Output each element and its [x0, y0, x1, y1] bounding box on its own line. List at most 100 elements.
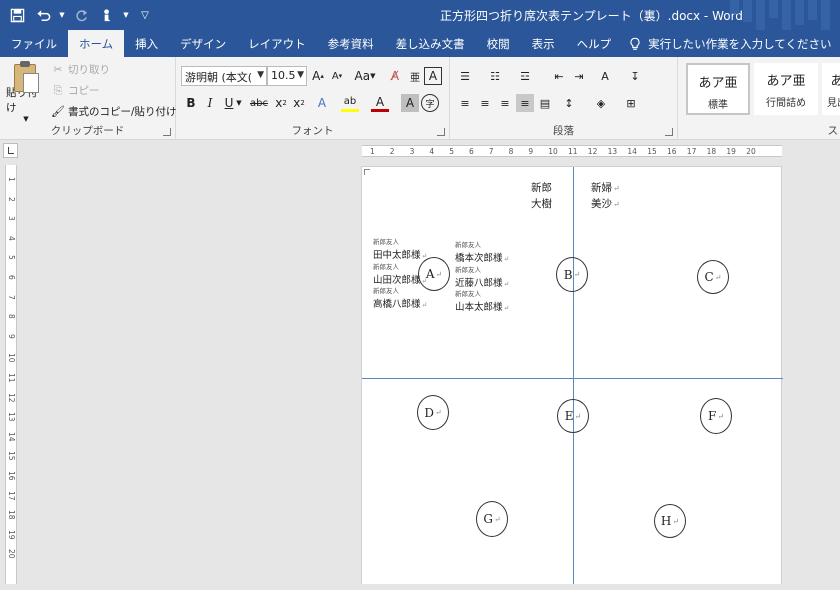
- quick-access-toolbar: ▼ ▼ ▽: [6, 4, 156, 26]
- guest-name[interactable]: 近藤八郎様↵: [455, 275, 509, 289]
- guest-name[interactable]: 山本太郎様↵: [455, 299, 509, 313]
- font-size-value: 10.5: [271, 69, 296, 82]
- bride-title[interactable]: 新婦↵: [591, 180, 620, 195]
- chevron-down-icon[interactable]: ▼: [234, 94, 244, 112]
- character-border-icon[interactable]: A: [424, 67, 442, 85]
- guest-name[interactable]: 田中太郎様↵: [373, 247, 427, 261]
- tab-references[interactable]: 参考資料: [317, 30, 385, 57]
- highlight-icon[interactable]: ab: [341, 94, 359, 112]
- grow-font-icon[interactable]: A ▴: [309, 67, 327, 85]
- subscript-icon[interactable]: x2: [272, 94, 290, 112]
- customize-icon[interactable]: ▽: [134, 4, 156, 26]
- tab-file[interactable]: ファイル: [0, 30, 68, 57]
- tab-selector[interactable]: [3, 143, 18, 158]
- touch-mode-icon[interactable]: [96, 4, 118, 26]
- redo-icon[interactable]: [70, 4, 92, 26]
- horizontal-ruler[interactable]: 1 2 3 4 5 6 7 8 9 10 11 12 13 14 15 16 17 18 19 20: [362, 145, 782, 157]
- ruler-tick-label: 7: [488, 147, 494, 156]
- format-painter-button[interactable]: 🖌 書式のコピー/貼り付け: [51, 104, 177, 119]
- font-color-icon[interactable]: A: [371, 94, 389, 112]
- dialog-launcher-icon[interactable]: [437, 128, 445, 136]
- style-normal[interactable]: あア亜 標準: [686, 63, 750, 115]
- style-sample: あア亜: [698, 76, 738, 91]
- bullets-icon[interactable]: ☰: [456, 67, 474, 85]
- vertical-ruler[interactable]: 1 2 3 4 5 6 7 8 9 10 11 12 13 14 15 16 17 18 19 20: [5, 165, 17, 585]
- undo-icon[interactable]: [32, 4, 54, 26]
- guest-name[interactable]: 橋本次郎様↵: [455, 250, 509, 264]
- ruler-tick-label: 6: [469, 147, 474, 156]
- table-circle-b[interactable]: B ↵: [556, 257, 588, 292]
- tab-help[interactable]: ヘルプ: [566, 30, 623, 57]
- line-spacing-icon[interactable]: ↕: [560, 94, 578, 112]
- tell-me-search[interactable]: 実行したい作業を入力してください: [628, 30, 831, 57]
- font-size-select[interactable]: 10.5 ▼: [267, 66, 307, 86]
- shrink-font-icon[interactable]: A ▾: [328, 67, 346, 85]
- change-case-label: Aa: [354, 69, 371, 83]
- italic-icon[interactable]: I: [201, 94, 219, 112]
- cut-button[interactable]: ✂ 切り取り: [52, 62, 110, 77]
- ruler-tick-label: 1: [7, 177, 16, 182]
- dialog-launcher-icon[interactable]: [665, 128, 673, 136]
- text-effects-icon[interactable]: A: [313, 94, 331, 112]
- style-sample: あア亜: [766, 74, 806, 89]
- clear-formatting-icon[interactable]: A̸: [386, 67, 404, 85]
- distributed-icon[interactable]: ▤: [536, 94, 554, 112]
- chevron-down-icon: ▼: [257, 70, 264, 80]
- numbering-icon[interactable]: ☷: [486, 67, 504, 85]
- tab-mailings[interactable]: 差し込み文書: [385, 30, 476, 57]
- borders-icon[interactable]: ⊞: [622, 94, 640, 112]
- document-page[interactable]: 新郎 大樹 新婦↵ 美沙↵ 新郎友人 田中太郎様↵ 新郎友人 山田次郎様↵ 新郎…: [361, 166, 783, 590]
- ruler-tick-label: 5: [449, 147, 454, 156]
- table-circle-e[interactable]: E ↵: [557, 399, 589, 433]
- bride-name[interactable]: 美沙↵: [591, 196, 620, 211]
- dialog-launcher-icon[interactable]: [163, 128, 171, 136]
- clipboard-group-label: クリップボード: [50, 125, 125, 137]
- font-name-select[interactable]: 游明朝 (本文( ▼: [181, 66, 267, 86]
- justify-icon[interactable]: ≡: [516, 94, 534, 112]
- tab-layout[interactable]: レイアウト: [237, 30, 317, 57]
- decrease-indent-icon[interactable]: ⇤: [550, 67, 568, 85]
- table-circle-g[interactable]: G ↵: [476, 501, 508, 537]
- enclose-characters-icon[interactable]: 字: [421, 94, 439, 112]
- phonetic-guide-icon[interactable]: 亜: [406, 67, 424, 85]
- chevron-down-icon[interactable]: ▼: [23, 115, 28, 123]
- paste-button[interactable]: 貼り付け ▼: [6, 61, 46, 123]
- tab-insert[interactable]: 挿入: [124, 30, 169, 57]
- align-left-icon[interactable]: ≡: [456, 94, 474, 112]
- tab-home[interactable]: ホーム: [68, 30, 125, 57]
- multilevel-list-icon[interactable]: ☲: [516, 67, 534, 85]
- shading-icon[interactable]: ◈: [592, 94, 610, 112]
- style-heading[interactable]: あ 見出: [822, 63, 840, 115]
- bold-icon[interactable]: B: [182, 94, 200, 112]
- tab-review[interactable]: 校閲: [476, 30, 521, 57]
- window-title: 正方形四つ折り席次表テンプレート（裏）.docx - Word: [440, 9, 743, 23]
- font-group-label: フォント: [291, 125, 334, 137]
- table-circle-h[interactable]: H ↵: [654, 504, 686, 538]
- tab-view[interactable]: 表示: [521, 30, 566, 57]
- align-center-icon[interactable]: ≡: [476, 94, 494, 112]
- strikethrough-icon[interactable]: abc: [248, 94, 270, 112]
- change-case-button[interactable]: Aa ▼: [352, 67, 378, 85]
- style-no-spacing[interactable]: あア亜 行間詰め: [754, 63, 818, 115]
- align-right-icon[interactable]: ≡: [496, 94, 514, 112]
- save-icon[interactable]: [6, 4, 28, 26]
- table-circle-c[interactable]: C ↵: [697, 260, 729, 294]
- tab-design[interactable]: デザイン: [169, 30, 237, 57]
- character-shading-icon[interactable]: A: [401, 94, 419, 112]
- copy-button[interactable]: ⎘ コピー: [52, 83, 100, 98]
- superscript-icon[interactable]: x2: [290, 94, 308, 112]
- chevron-down-icon[interactable]: ▼: [58, 4, 66, 26]
- font-name-value: 游明朝 (本文(: [185, 71, 253, 84]
- guest-name[interactable]: 高橋八郎様↵: [373, 296, 427, 310]
- table-circle-f[interactable]: F ↵: [700, 398, 732, 434]
- chevron-down-icon[interactable]: ▼: [122, 4, 130, 26]
- ribbon: 貼り付け ▼ ✂ 切り取り ⎘ コピー 🖌 書式のコピー/貼り付け クリップボー…: [0, 57, 840, 140]
- increase-indent-icon[interactable]: ⇥: [570, 67, 588, 85]
- groom-name[interactable]: 大樹: [531, 196, 552, 211]
- groom-title[interactable]: 新郎: [531, 180, 552, 195]
- table-circle-a[interactable]: A ↵: [418, 257, 450, 291]
- sort-icon[interactable]: ↧: [626, 67, 644, 85]
- asian-layout-icon[interactable]: A: [596, 67, 614, 85]
- table-circle-d[interactable]: D ↵: [417, 395, 449, 430]
- ruler-tick-label: 20: [746, 147, 756, 156]
